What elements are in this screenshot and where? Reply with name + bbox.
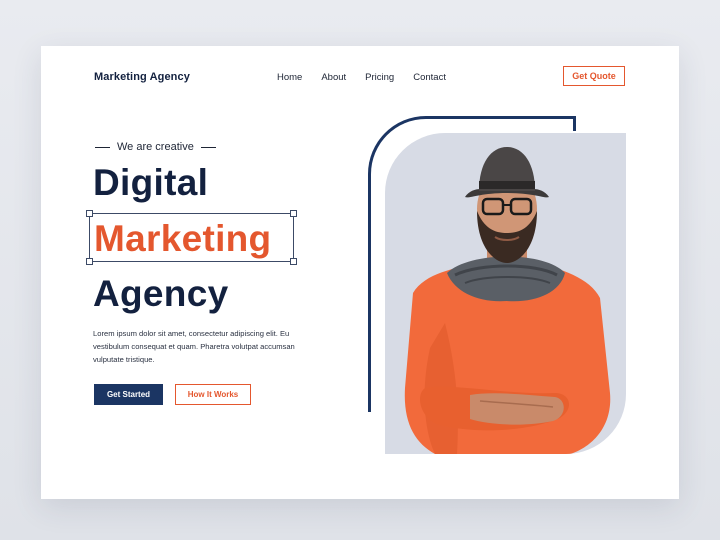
resize-handle-bottom-right[interactable] [290, 258, 297, 265]
person-portrait-icon [404, 147, 611, 454]
tagline-text: We are creative [117, 141, 194, 153]
resize-handle-bottom-left[interactable] [86, 258, 93, 265]
hero-tagline: We are creative [95, 141, 216, 153]
get-started-button[interactable]: Get Started [94, 384, 163, 405]
tagline-left-line [95, 146, 110, 148]
site-logo[interactable]: Marketing Agency [94, 71, 190, 83]
nav-item-about[interactable]: About [321, 72, 346, 83]
resize-handle-top-right[interactable] [290, 210, 297, 217]
hero-description: Lorem ipsum dolor sit amet, consectetur … [93, 329, 295, 364]
hero-title-digital: Digital [93, 162, 209, 203]
nav-item-pricing[interactable]: Pricing [365, 72, 394, 83]
selection-box[interactable]: Marketing [86, 210, 297, 265]
hero-title-marketing: Marketing [94, 218, 272, 259]
nav-item-home[interactable]: Home [277, 72, 302, 83]
resize-handle-top-left[interactable] [86, 210, 93, 217]
hero-image [385, 133, 626, 454]
main-nav: Home About Pricing Contact [277, 72, 465, 83]
nav-item-contact[interactable]: Contact [413, 72, 446, 83]
tagline-right-line [200, 146, 216, 148]
landing-page-card: Marketing Agency Home About Pricing Cont… [41, 46, 679, 499]
hero-title-agency: Agency [93, 273, 229, 314]
how-it-works-button[interactable]: How It Works [175, 384, 251, 405]
get-quote-button[interactable]: Get Quote [563, 66, 625, 86]
